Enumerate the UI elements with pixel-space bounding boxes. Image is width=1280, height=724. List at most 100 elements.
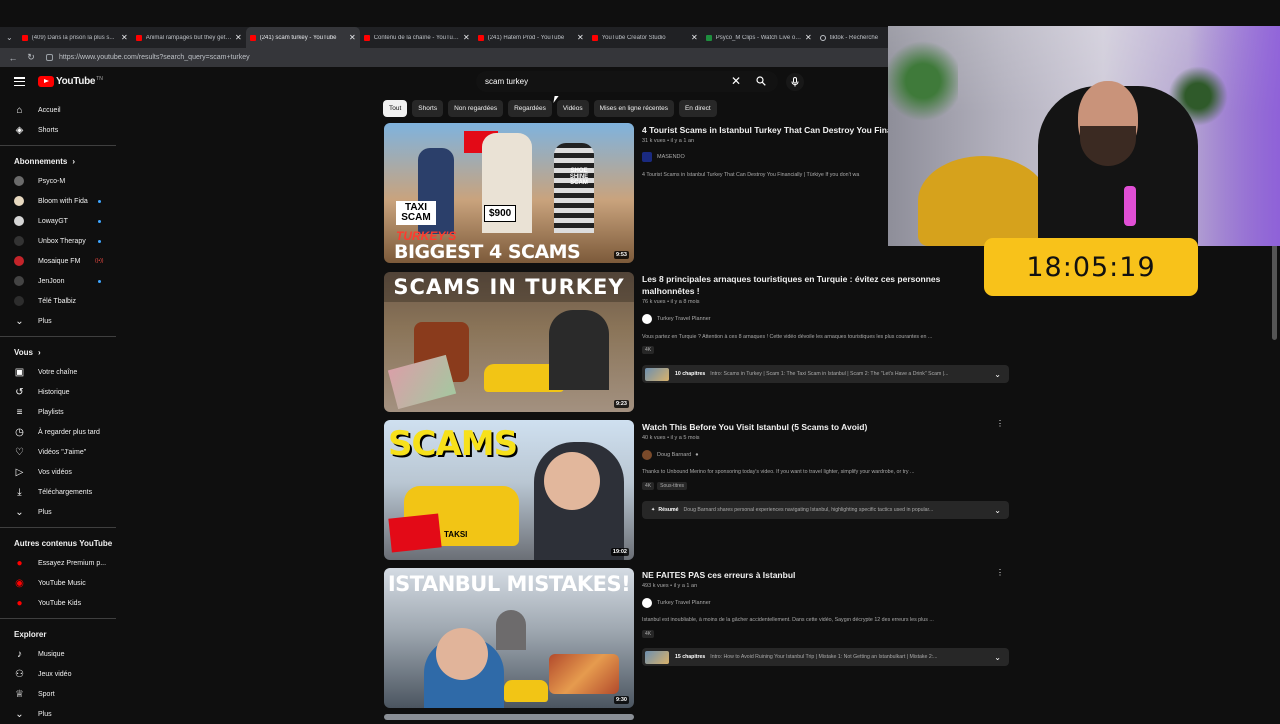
video-thumbnail[interactable]: SCAMS IN TURKEY 9:23 [384,272,634,412]
summary-label: Résumé [658,507,679,513]
sidebar-item[interactable]: ▷ Vos vidéos [0,462,118,482]
browser-tab[interactable]: Animal rampages but they get a... ✕ [132,27,246,48]
sidebar-item[interactable]: Télé Tbalbiz [0,291,118,311]
sidebar-item[interactable]: Unbox Therapy [0,231,118,251]
voice-search-button[interactable] [786,73,804,91]
channel-link[interactable]: Doug Barnard ● [642,450,699,460]
filter-chip[interactable]: Tout [383,100,408,117]
chevron-down-icon[interactable]: ⌄ [994,370,1001,379]
filter-chip[interactable]: Non regardées [448,100,504,117]
sidebar-item[interactable]: ● YouTube Kids [0,593,118,613]
you-header[interactable]: Vous › [0,342,118,362]
filter-chip[interactable]: Regardées [508,100,552,117]
sidebar-item[interactable]: JenJoon [0,271,118,291]
youtube-logo[interactable]: YouTube TN [38,76,103,87]
sidebar-item[interactable]: ♪ Musique [0,644,118,664]
url-text[interactable]: https://www.youtube.com/results?search_q… [59,54,250,61]
chapters-panel[interactable]: 10 chapitres Intro: Scams in Turkey | Sc… [642,365,1009,383]
channel-link[interactable]: Turkey Travel Planner [642,314,711,324]
video-title[interactable]: 4 Tourist Scams in Istanbul Turkey That … [642,124,892,136]
video-thumbnail[interactable]: TAXI SCAM $900 SHOE SHINE SCAM TURKEY'S … [384,123,634,263]
close-tab-icon[interactable]: ✕ [463,33,470,42]
channel-link[interactable]: Turkey Travel Planner [642,598,711,608]
kids-icon: ● [16,597,23,609]
browser-tab[interactable]: YouTube Creator Studio ✕ [588,27,702,48]
search-input[interactable] [485,75,725,88]
sidebar-item[interactable]: Psyco-M [0,171,118,191]
video-thumbnail[interactable]: ISTANBUL MISTAKES! 9:30 [384,568,634,708]
tab-title: (241) Hatem Prod - YouTube [487,34,565,41]
filter-chips: Tout Shorts Non regardées Regardées Vidéos Mi… [383,100,722,117]
chevron-down-icon[interactable]: ⌄ [994,653,1001,662]
browser-tab[interactable]: (241) scam turkey - YouTube ✕ [245,27,360,48]
video-icon: ▷ [15,466,24,478]
video-thumbnail[interactable]: SCAMS TAKSI 19:02 [384,420,634,560]
sidebar-item[interactable]: ⌂ Accueil [0,100,118,120]
filter-chip[interactable]: Shorts [412,100,444,117]
browser-tab[interactable]: Contenu de la chaîne - YouTube... ✕ [360,27,474,48]
video-title[interactable]: Watch This Before You Visit Istanbul (5 … [642,421,982,433]
sidebar-item[interactable]: Bloom with Fida [0,191,118,211]
filter-chip[interactable]: En direct [678,100,717,117]
show-more-button[interactable]: ⌄ Plus [0,502,118,522]
summary-panel[interactable]: ✦ Résumé Doug Barnard shares personal ex… [642,501,1009,519]
site-info-icon[interactable] [46,54,53,61]
menu-icon[interactable] [14,77,25,86]
sidebar-item[interactable]: ♡ Vidéos "J'aime" [0,442,118,462]
show-more-button[interactable]: ⌄ Plus [0,704,118,724]
clear-search-icon[interactable]: ✕ [731,74,741,88]
chevron-right-icon: › [37,347,41,357]
tab-search-chevron-icon[interactable]: ⌄ [6,32,13,43]
filter-chip[interactable]: Vidéos [556,100,589,117]
sidebar-item[interactable]: ⤓ Téléchargements [0,482,118,502]
back-icon[interactable]: ← [8,53,18,63]
reload-icon[interactable]: ↻ [26,52,36,63]
close-tab-icon[interactable]: ✕ [121,33,128,42]
sidebar-item[interactable]: ≡ Playlists [0,402,118,422]
other-youtube-header[interactable]: Autres contenus YouTube [0,533,118,553]
sidebar-item-label: Musique [38,650,65,658]
sidebar-item[interactable]: ↺ Historique [0,382,118,402]
show-more-button[interactable]: ⌄ Plus [0,311,118,331]
badge-4k: 4K [642,630,655,638]
browser-tab[interactable]: (409) Dans la prison la plus s... ✕ [18,27,132,48]
sidebar-item[interactable]: ♕ Sport [0,684,118,704]
person-shape [554,143,594,233]
video-thumbnail[interactable] [384,714,634,720]
sidebar-item-label: LowayGT [38,217,68,225]
sidebar-item[interactable]: LowayGT [0,211,118,231]
chevron-down-icon[interactable]: ⌄ [994,506,1001,515]
sidebar-item[interactable]: ◈ Shorts [0,120,118,140]
channel-avatar [642,450,652,460]
close-tab-icon[interactable]: ✕ [691,33,698,42]
close-tab-icon[interactable]: ✕ [349,33,356,42]
filter-chip[interactable]: Mises en ligne récentes [593,100,674,117]
sidebar-item[interactable]: ▣ Votre chaîne [0,362,118,382]
sidebar-item[interactable]: ◷ À regarder plus tard [0,422,118,442]
search-icon[interactable] [756,76,766,86]
subscriptions-header[interactable]: Abonnements › [0,151,118,171]
section-title: Vous [14,347,33,357]
video-description: Vous partez en Turquie ? Attention à ces… [642,334,933,340]
browser-tab[interactable]: (241) Hatem Prod - YouTube ✕ [474,27,588,48]
chevron-down-icon: ⌄ [15,506,24,518]
premium-icon: ● [16,557,23,569]
channel-link[interactable]: MASENDO [642,152,685,162]
more-options-icon[interactable]: ⋮ [996,568,1004,577]
sidebar-item[interactable]: ◉ YouTube Music [0,573,118,593]
sidebar-item[interactable]: ⚇ Jeux vidéo [0,664,118,684]
close-tab-icon[interactable]: ✕ [805,33,812,42]
explore-header[interactable]: Explorer [0,624,118,644]
close-tab-icon[interactable]: ✕ [577,33,584,42]
video-title[interactable]: NE FAITES PAS ces erreurs à Istanbul [642,569,982,581]
sidebar-item[interactable]: Mosaique FM ((•)) [0,251,118,271]
like-icon: ♡ [15,446,24,458]
divider [0,618,116,619]
tab-favicon-icon [591,34,598,41]
more-options-icon[interactable]: ⋮ [996,419,1004,428]
sidebar-item[interactable]: ● Essayez Premium p... [0,553,118,573]
close-tab-icon[interactable]: ✕ [235,33,242,42]
video-title[interactable]: Les 8 principales arnaques touristiques … [642,273,982,297]
browser-tab[interactable]: Psyco_M Clips - Watch Live on K... ✕ [702,27,816,48]
chapters-panel[interactable]: 15 chapitres Intro: How to Avoid Ruining… [642,648,1009,666]
